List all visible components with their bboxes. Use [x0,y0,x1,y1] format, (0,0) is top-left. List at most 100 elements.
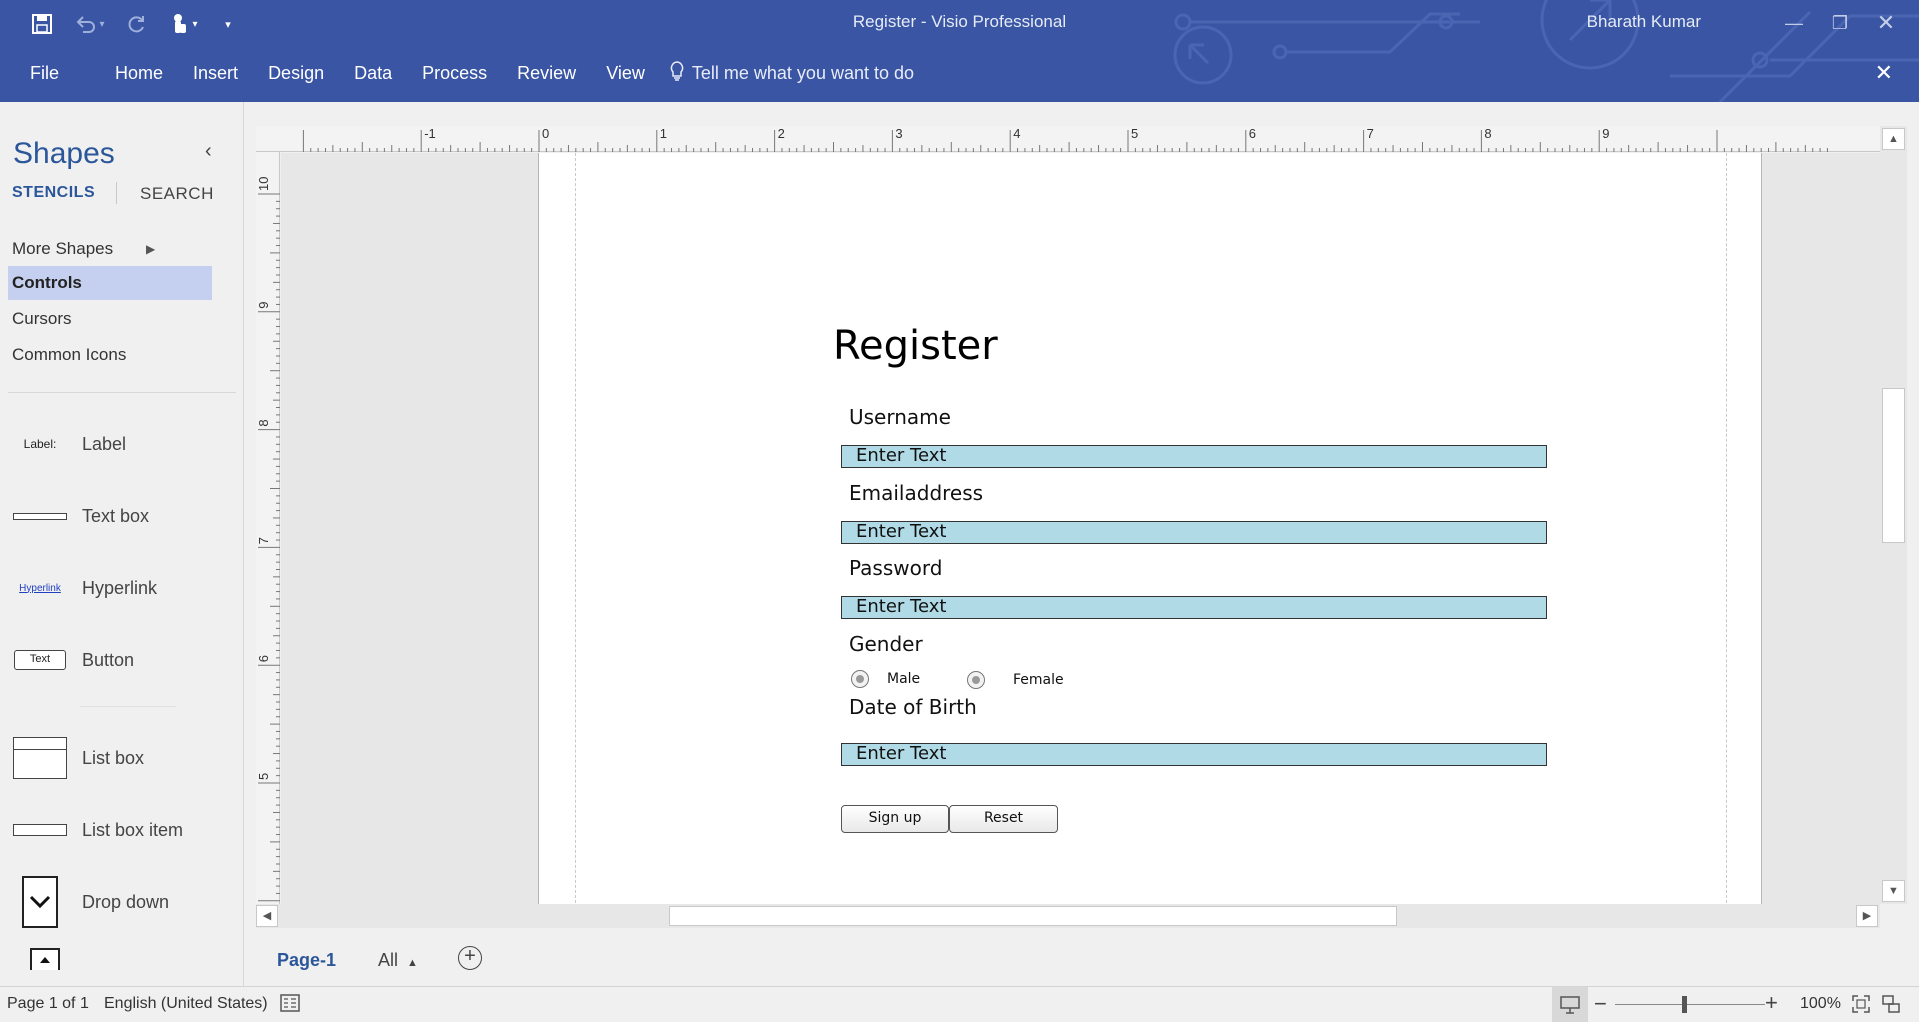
scroll-down-icon[interactable]: ▼ [1882,880,1905,902]
add-page-icon[interactable]: + [458,946,482,970]
presentation-mode-icon[interactable] [1552,987,1588,1022]
zoom-slider[interactable] [1615,1004,1765,1005]
vertical-scrollbar[interactable]: ▲ ▼ [1880,126,1907,904]
hyperlink-shape-icon: Hyperlink [19,582,61,594]
radio-button-icon[interactable] [851,670,869,688]
horizontal-ruler-ticks: -1 0 1 2 3 4 5 6 7 8 9 [302,126,1828,152]
zoom-slider-thumb[interactable] [1682,996,1687,1013]
shape-list-box-item[interactable]: List box item [8,804,236,856]
password-label[interactable]: Password [849,556,942,580]
all-pages-button[interactable]: All ▲ [378,950,418,971]
dob-input[interactable]: Enter Text [841,743,1547,766]
macro-recording-icon[interactable] [280,994,300,1017]
shape-item-label: Label [82,433,127,454]
page-tabs-bar: Page-1 All ▲ + [244,928,1919,986]
text-box-shape-icon [8,490,72,542]
username-input[interactable]: Enter Text [841,445,1547,468]
page-tab-active[interactable]: Page-1 [277,950,336,971]
ruler-label: 8 [1484,126,1491,141]
scroll-up-icon[interactable]: ▲ [1882,128,1905,150]
shape-button[interactable]: Text Button [8,634,236,686]
ruler-label: 10 [256,177,271,191]
tell-me-text: Tell me what you want to do [691,62,915,83]
radio-male[interactable]: Male [851,670,920,688]
ruler-label: 2 [778,126,785,141]
zoom-out-icon[interactable]: − [1594,991,1607,1017]
fit-page-icon[interactable] [1852,995,1870,1018]
radio-female[interactable]: Female [967,671,1064,689]
ruler-label: 3 [895,126,902,141]
status-bar: Page 1 of 1 English (United States) − + … [0,986,1919,1022]
stencil-cursors[interactable]: Cursors [8,302,212,336]
stencil-more-shapes[interactable]: More Shapes ▶ [8,232,212,266]
shape-hyperlink[interactable]: Hyperlink Hyperlink [8,562,236,614]
collapse-pane-icon[interactable]: ‹ [205,140,212,163]
stencil-label: Controls [12,273,82,292]
stencil-label: Common Icons [12,345,127,364]
tab-process[interactable]: Process [407,63,502,84]
scroll-left-icon[interactable]: ◀ [256,905,278,927]
page-margin-guide [575,153,576,904]
drop-down-shape-icon [8,876,72,928]
tell-me-search[interactable]: Tell me what you want to do [660,60,915,86]
close-icon[interactable]: ✕ [1875,60,1893,86]
all-pages-label: All [378,950,399,970]
tab-data[interactable]: Data [339,63,407,84]
sign-up-button[interactable]: Sign up [841,805,949,833]
tab-design[interactable]: Design [253,63,339,84]
shape-text-box[interactable]: Text box [8,490,236,542]
shape-drop-down[interactable]: Drop down [8,876,236,928]
horizontal-scroll-thumb[interactable] [669,906,1397,926]
restore-icon[interactable]: ❐ [1817,6,1863,40]
tab-home[interactable]: Home [89,63,178,84]
gender-label[interactable]: Gender [849,632,923,656]
minimize-icon[interactable]: — [1771,6,1817,40]
tab-file[interactable]: File [0,63,89,84]
shape-item-label: Hyperlink [82,577,158,598]
horizontal-ruler[interactable]: -1 0 1 2 3 4 5 6 7 8 9 [256,126,1880,152]
email-input[interactable]: Enter Text [841,521,1547,544]
tab-review[interactable]: Review [502,63,591,84]
expand-arrow-icon: ▶ [146,242,156,256]
form-title[interactable]: Register [833,323,998,369]
tab-search[interactable]: SEARCH [140,184,214,204]
shape-list-box[interactable]: List box [8,732,236,784]
account-name[interactable]: Bharath Kumar [1587,12,1701,32]
vertical-ruler-ticks: 10 9 8 7 6 5 [256,177,280,902]
language-status[interactable]: English (United States) [104,995,268,1013]
zoom-in-icon[interactable]: + [1765,990,1778,1016]
username-label[interactable]: Username [849,405,951,429]
ruler-label: 9 [256,302,271,309]
horizontal-scrollbar[interactable]: ◀ ▶ [256,904,1880,928]
password-input[interactable]: Enter Text [841,596,1547,619]
pane-divider [8,392,236,393]
dob-label[interactable]: Date of Birth [849,695,977,719]
email-label[interactable]: Emailaddress [849,481,983,505]
ruler-label: 6 [1249,126,1256,141]
ruler-label: 6 [256,655,271,662]
radio-label: Female [1013,672,1064,688]
drawing-canvas[interactable]: Register Username Enter Text Emailaddres… [281,153,1880,904]
close-window-icon[interactable]: ✕ [1863,6,1909,40]
vertical-scroll-thumb[interactable] [1882,388,1905,543]
radio-button-icon[interactable] [967,671,985,689]
zoom-level[interactable]: 100% [1800,995,1841,1013]
label-shape-icon: Label: [23,437,57,451]
page-number-status[interactable]: Page 1 of 1 [7,995,89,1013]
scroll-right-icon[interactable]: ▶ [1856,905,1878,927]
shape-item-label: List box item [82,819,184,840]
tab-stencils[interactable]: STENCILS [12,184,95,202]
tab-view[interactable]: View [591,63,660,84]
shapes-pane: Shapes ‹ STENCILS SEARCH More Shapes ▶ C… [0,102,244,986]
vertical-ruler[interactable]: 10 9 8 7 6 5 [256,152,280,904]
title-bar: ▾ ▾ ▾ Register - Visio Professional Bhar… [0,0,1919,102]
tab-insert[interactable]: Insert [178,63,253,84]
ruler-label: 0 [542,126,549,141]
stencil-controls[interactable]: Controls [8,266,212,300]
stencil-common-icons[interactable]: Common Icons [8,338,212,372]
switch-windows-icon[interactable] [1882,995,1900,1018]
ruler-label: 9 [1602,126,1609,141]
shape-label[interactable]: Label: Label [8,418,236,470]
button-shape-icon: Text [8,634,72,686]
reset-button[interactable]: Reset [949,805,1058,833]
